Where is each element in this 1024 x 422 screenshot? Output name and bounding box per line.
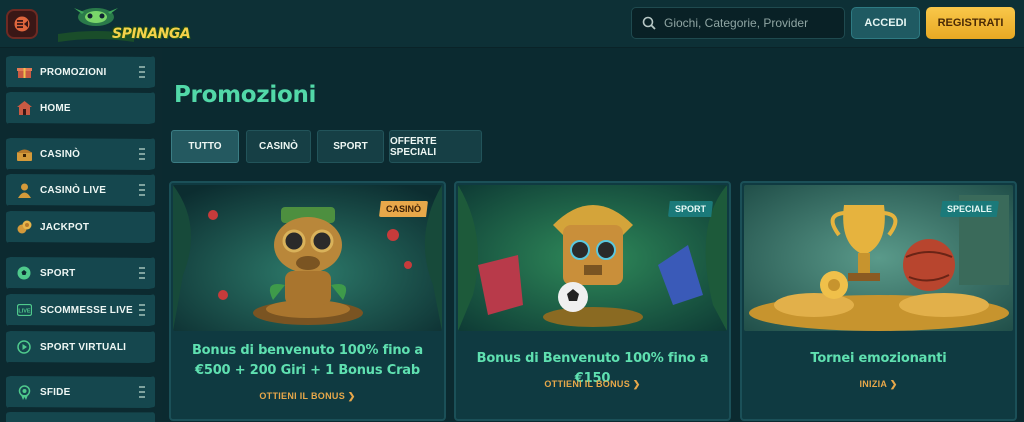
promo-title: Bonus di benvenuto 100% fino a €500 + 20… (191, 343, 424, 378)
sidebar-item-sport-virtuali[interactable]: SPORT VIRTUALI (6, 331, 155, 363)
promo-card-sport[interactable]: SPORT Bonus di Benvenuto 100% fino a €15… (454, 181, 731, 421)
register-button[interactable]: REGISTRATI (926, 7, 1015, 39)
promo-title: Tornei emozionanti (810, 351, 947, 366)
main-content: Promozioni TUTTO CASINÒ SPORT OFFERTE SP… (162, 48, 1024, 422)
search-bar[interactable] (631, 7, 845, 39)
category-badge: SPECIALE (939, 201, 999, 217)
drag-handle-icon (139, 267, 145, 279)
search-icon (642, 16, 656, 30)
svg-text:LIVE: LIVE (18, 309, 31, 315)
sidebar-item-jackpot[interactable]: JACKPOT (6, 211, 155, 243)
menu-collapse-icon (14, 16, 30, 32)
sidebar-item-label: SPORT VIRTUALI (40, 341, 127, 353)
sidebar-item-promozioni[interactable]: PROMOZIONI (6, 56, 155, 88)
sidebar-item-label: CASINÒ (40, 148, 81, 160)
tab-casino[interactable]: CASINÒ (246, 130, 311, 163)
category-badge: SPORT (667, 201, 713, 217)
sidebar-item-casino[interactable]: CASINÒ (6, 138, 155, 170)
spinanga-logo[interactable]: SPINANGA (54, 6, 191, 44)
menu-toggle-button[interactable] (6, 9, 38, 39)
sidebar-item-scommesse-live[interactable]: LIVE SCOMMESSE LIVE (6, 294, 155, 326)
live-icon: LIVE (16, 302, 32, 318)
gift-icon (16, 64, 32, 80)
promo-image-monkey: CASINÒ (173, 185, 442, 331)
promo-card-casino[interactable]: CASINÒ Bonus di benvenuto 100% fino a €5… (169, 181, 446, 421)
sidebar-item-sfide[interactable]: SFIDE (6, 376, 155, 408)
drag-handle-icon (139, 66, 145, 78)
drag-handle-icon (139, 184, 145, 196)
sidebar-item-label: PROMOZIONI (40, 66, 107, 78)
get-bonus-link[interactable]: OTTIENI IL BONUS ❯ (456, 379, 729, 390)
tab-tutto[interactable]: TUTTO (171, 130, 239, 163)
tab-offerte-speciali[interactable]: OFFERTE SPECIALI (389, 130, 482, 163)
sidebar-item-partial[interactable] (6, 412, 155, 422)
promo-image-tournament: SPECIALE (744, 185, 1013, 331)
sidebar-item-label: JACKPOT (40, 221, 90, 233)
soccer-ball-icon (16, 265, 32, 281)
medal-icon (16, 384, 32, 400)
home-icon (16, 100, 32, 116)
sidebar-item-sport[interactable]: SPORT (6, 257, 155, 289)
drag-handle-icon (139, 304, 145, 316)
page-title: Promozioni (174, 82, 317, 108)
sidebar-item-casino-live[interactable]: CASINÒ LIVE (6, 174, 155, 206)
sidebar-item-label: SCOMMESSE LIVE (40, 304, 133, 316)
get-bonus-link[interactable]: OTTIENI IL BONUS ❯ (171, 391, 444, 402)
sidebar-item-label: HOME (40, 102, 71, 114)
sidebar-item-label: CASINÒ LIVE (40, 184, 107, 196)
virtual-sport-icon (16, 339, 32, 355)
start-link[interactable]: INIZIA ❯ (742, 379, 1015, 390)
search-input[interactable] (664, 16, 834, 30)
tab-sport[interactable]: SPORT (317, 130, 384, 163)
sidebar: PROMOZIONI HOME CASINÒ CASINÒ LIVE JACKP… (0, 48, 162, 422)
top-header: SPINANGA ACCEDI REGISTRATI (0, 0, 1024, 48)
sidebar-item-label: SFIDE (40, 386, 71, 398)
logo-text: SPINANGA (112, 26, 191, 42)
drag-handle-icon (139, 148, 145, 160)
sidebar-item-home[interactable]: HOME (6, 92, 155, 124)
dealer-icon (16, 182, 32, 198)
drag-handle-icon (139, 386, 145, 398)
promo-image-sport-idol: SPORT (458, 185, 727, 331)
promo-card-speciale[interactable]: SPECIALE Tornei emozionanti INIZIA ❯ (740, 181, 1017, 421)
coins-icon (16, 219, 32, 235)
treasure-chest-icon (16, 146, 32, 162)
category-badge: CASINÒ (378, 201, 428, 217)
sidebar-item-label: SPORT (40, 267, 76, 279)
login-button[interactable]: ACCEDI (851, 7, 920, 39)
